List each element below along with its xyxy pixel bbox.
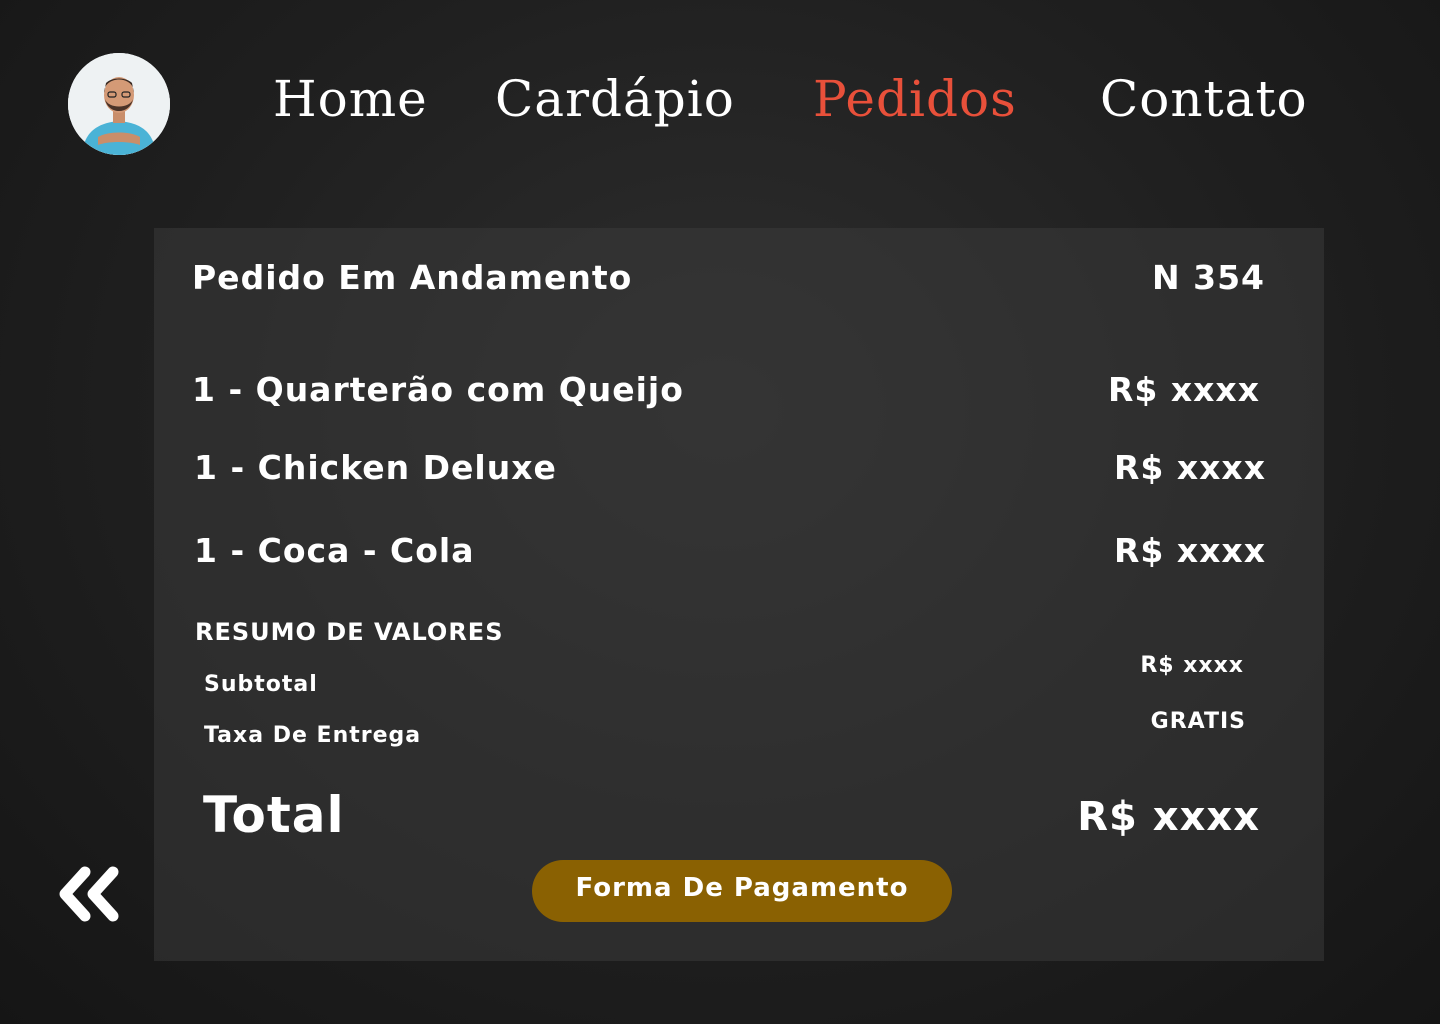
order-title: Pedido Em Andamento <box>192 258 633 297</box>
nav-pedidos[interactable]: Pedidos <box>813 70 1017 140</box>
nav-contato[interactable]: Contato <box>1100 70 1308 140</box>
order-item-price: R$ xxxx <box>1113 448 1266 487</box>
delivery-fee-label: Taxa De Entrega <box>204 723 422 748</box>
nav-home[interactable]: Home <box>273 70 428 140</box>
payment-method-button[interactable]: Forma De Pagamento <box>532 860 952 922</box>
back-button[interactable] <box>55 862 125 926</box>
nav-cardapio[interactable]: Cardápio <box>495 70 735 140</box>
order-panel <box>154 228 1324 961</box>
order-item-label: 1 - Quarterão com Queijo <box>192 370 684 409</box>
double-chevron-left-icon <box>59 866 119 922</box>
avatar[interactable] <box>68 53 170 155</box>
delivery-fee-value: GRATIS <box>1150 709 1246 734</box>
order-item-label: 1 - Coca - Cola <box>194 531 475 570</box>
profile-photo <box>68 53 170 155</box>
total-value: R$ xxxx <box>1077 794 1260 840</box>
subtotal-label: Subtotal <box>204 672 318 697</box>
order-number: N 354 <box>1152 258 1265 297</box>
total-label: Total <box>203 786 345 844</box>
subtotal-value: R$ xxxx <box>1140 653 1244 678</box>
order-item-label: 1 - Chicken Deluxe <box>194 448 557 487</box>
order-item-price: R$ xxxx <box>1107 370 1260 409</box>
summary-heading: RESUMO DE VALORES <box>195 618 504 646</box>
order-item-price: R$ xxxx <box>1113 531 1266 570</box>
